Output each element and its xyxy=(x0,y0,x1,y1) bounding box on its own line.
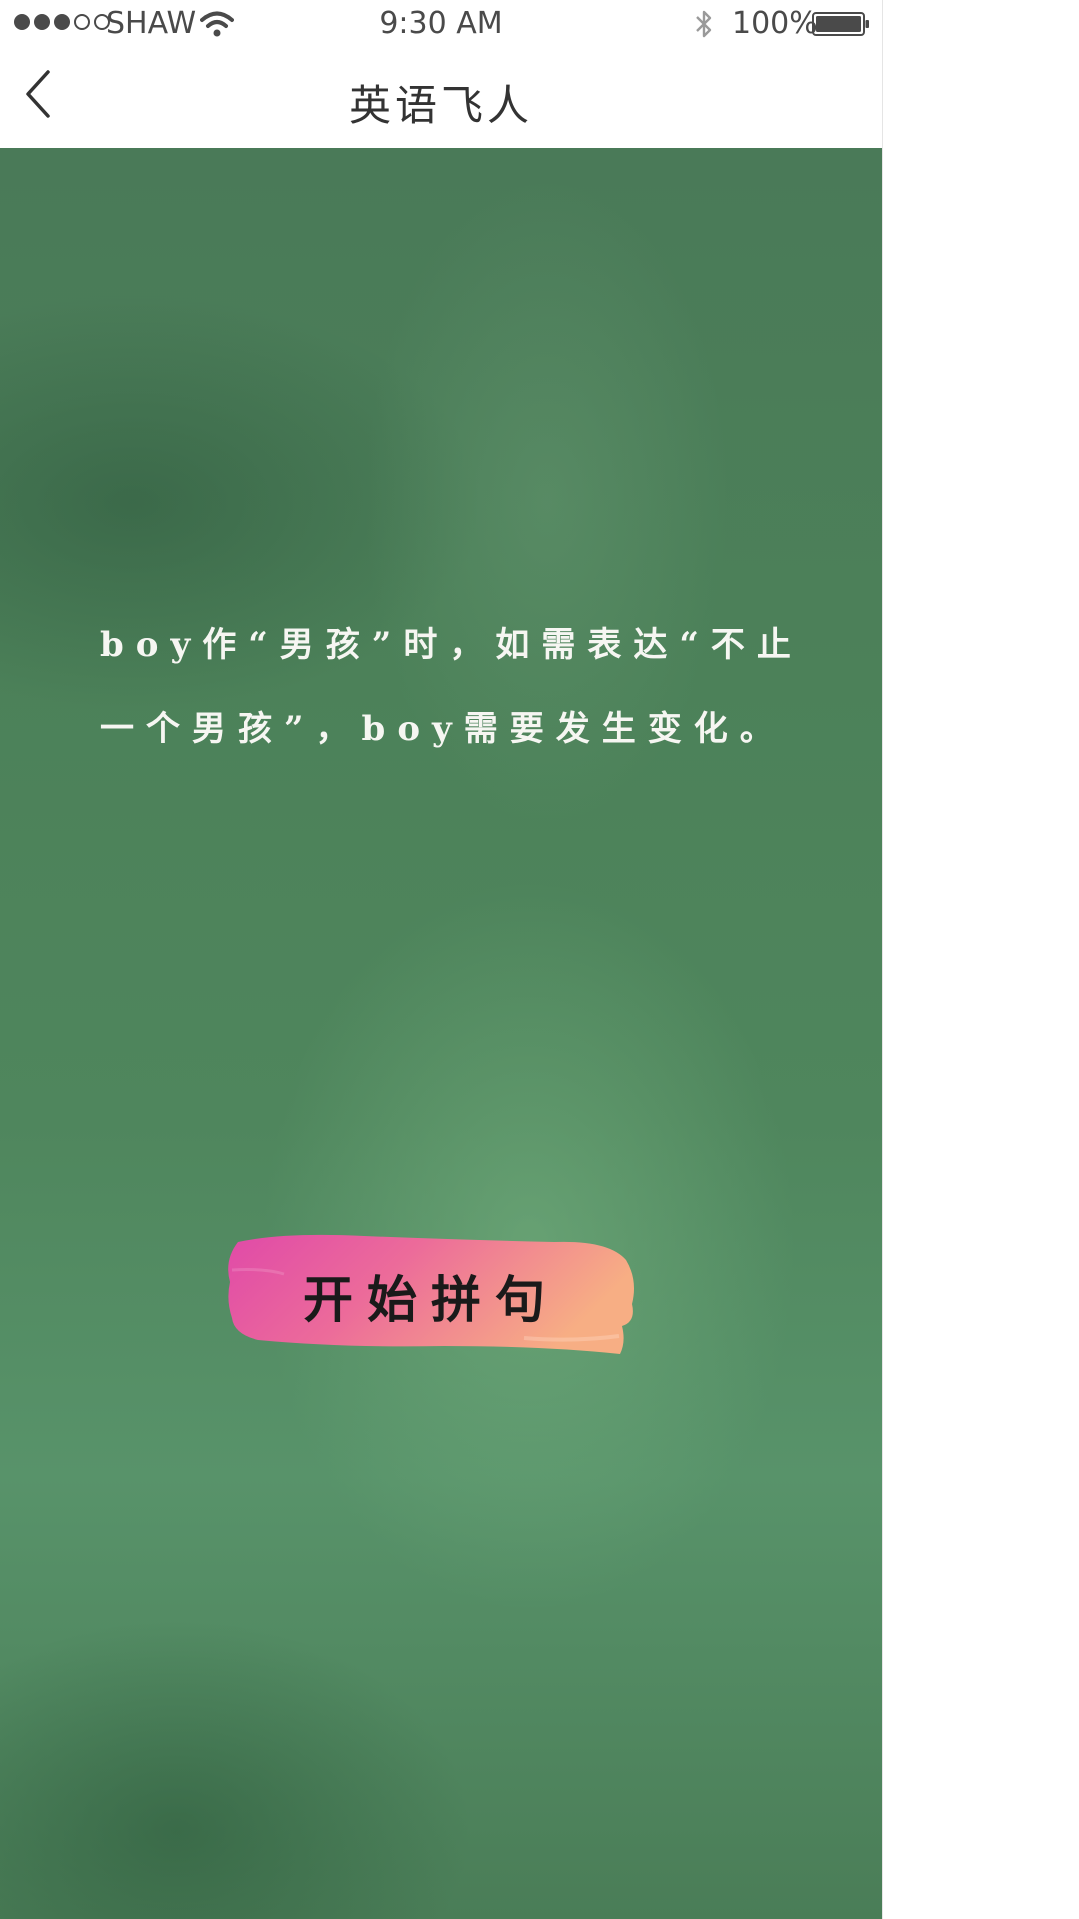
bluetooth-icon xyxy=(696,10,712,38)
phone-screen: SHAW 9:30 AM 100% 英语飞人 boy作“男孩”时，如需表达“不止… xyxy=(0,0,883,1919)
start-button-label: 开始拼句 xyxy=(303,1270,559,1329)
page-title: 英语飞人 xyxy=(348,81,533,130)
status-bar: SHAW 9:30 AM 100% xyxy=(0,0,882,50)
battery-icon xyxy=(812,12,869,36)
start-sentence-button[interactable]: 开始拼句 xyxy=(224,1230,638,1358)
hint-text: boy作“男孩”时，如需表达“不止一个男孩”，boy需要发生变化。 xyxy=(100,625,803,749)
chalkboard-background: boy作“男孩”时，如需表达“不止一个男孩”，boy需要发生变化。 开始拼句 xyxy=(0,148,882,1919)
app-frame: SHAW 9:30 AM 100% 英语飞人 boy作“男孩”时，如需表达“不止… xyxy=(0,0,1079,1919)
navigation-bar: 英语飞人 xyxy=(0,50,882,148)
battery-percentage: 100% xyxy=(732,6,818,41)
